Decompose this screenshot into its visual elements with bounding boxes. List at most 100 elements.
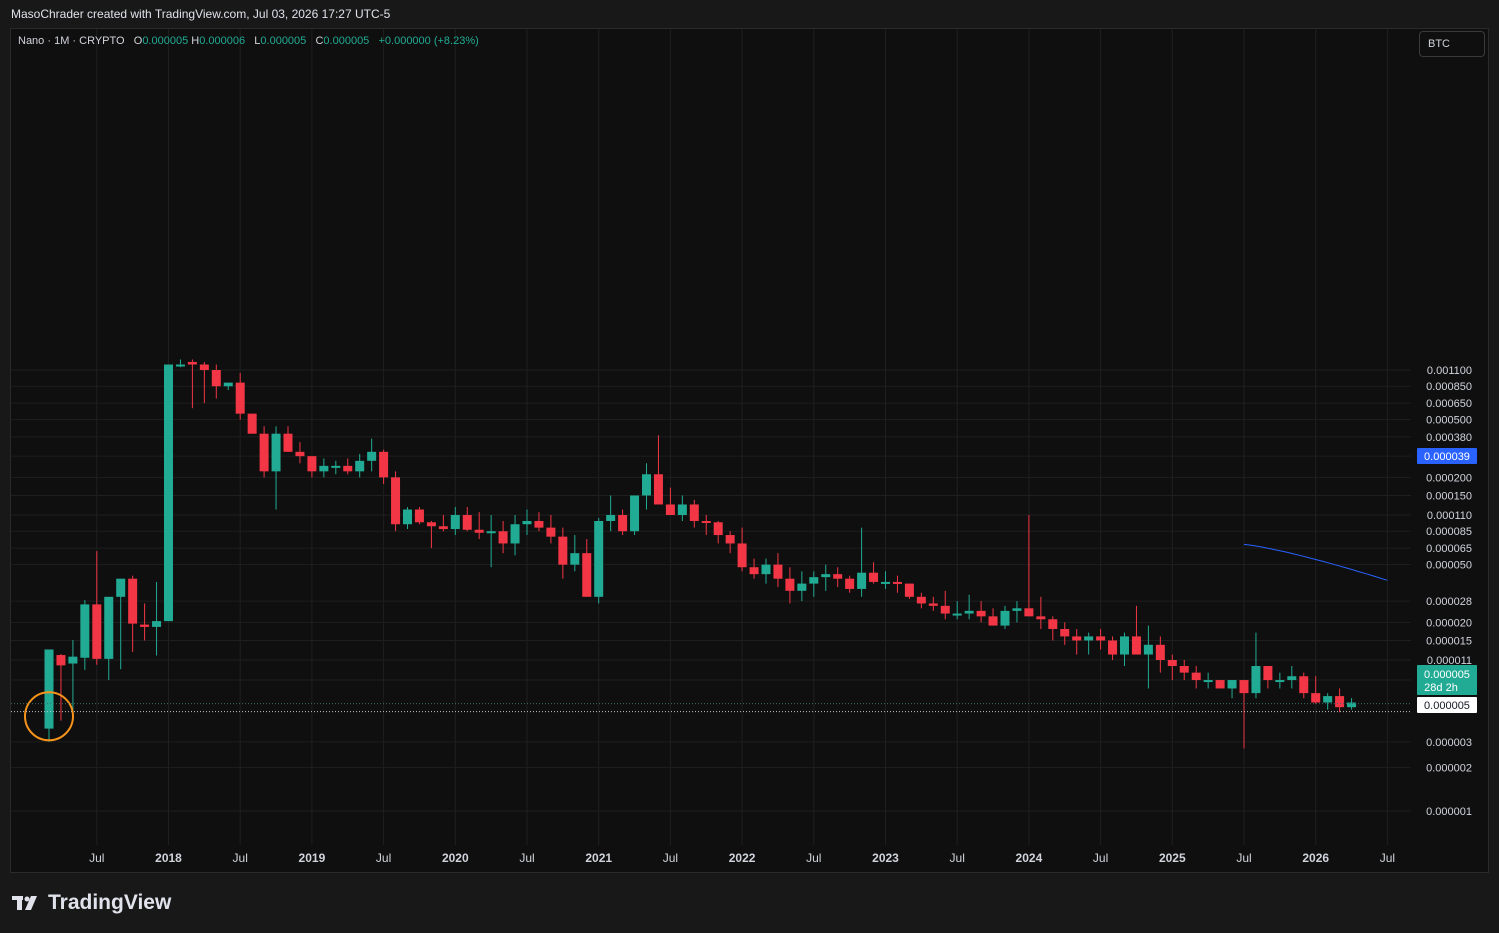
chart-canvas[interactable]: 0.001100 0.000850 0.000650 0.000500 0.000380… <box>0 0 1499 933</box>
blue-line-price-label: 0.000039 <box>1424 451 1470 463</box>
legend-high-value: 0.000006 <box>199 35 246 47</box>
price-axis-label: 0.000003 <box>1426 737 1472 749</box>
candle-body <box>128 578 138 624</box>
candle-body <box>904 583 914 597</box>
candle-body <box>869 572 879 582</box>
time-axis-label: 2022 <box>729 851 756 865</box>
candle-body <box>1048 619 1058 629</box>
candle-body <box>391 477 401 525</box>
candle-body <box>486 531 496 534</box>
grid-lines <box>11 29 1411 845</box>
candle-body <box>1251 666 1261 694</box>
candle-body <box>582 553 592 597</box>
candle-body <box>558 536 568 565</box>
time-axis: Jul 2018 Jul 2019 Jul 2020 Jul 2021 Jul 2022 Jul 20… <box>89 851 1395 865</box>
candle-body <box>414 509 424 523</box>
time-axis-label: 2025 <box>1159 851 1186 865</box>
candle-body <box>1287 676 1297 681</box>
candle-body <box>1239 680 1249 694</box>
time-axis-label: Jul <box>376 851 391 865</box>
candle-body <box>1060 628 1070 637</box>
candle-body <box>1347 702 1357 708</box>
candle-body <box>976 610 986 617</box>
candle-body <box>1036 616 1046 620</box>
candle-body <box>1143 644 1153 655</box>
symbol-compare-box[interactable]: BTC <box>1419 31 1485 57</box>
candle-body <box>403 509 412 525</box>
candle-body <box>104 596 114 659</box>
candle-body <box>331 465 341 468</box>
time-axis-label: 2021 <box>585 851 612 865</box>
candle-body <box>379 451 389 478</box>
price-axis-label: 0.000380 <box>1426 432 1472 444</box>
candle-body <box>1335 696 1345 708</box>
candle-body <box>534 521 544 528</box>
ohlc-legend: Nano · 1M · CRYPTO O0.000005 H0.000006 L… <box>18 35 479 47</box>
candle-body <box>259 433 269 472</box>
candle-body <box>510 524 520 544</box>
candle-body <box>1131 636 1141 655</box>
candle-body <box>140 624 150 627</box>
candle-body <box>1012 608 1022 611</box>
time-axis-label: Jul <box>1380 851 1395 865</box>
tradingview-brand-text: TradingView <box>48 891 172 914</box>
candlesticks <box>24 359 1357 749</box>
candle-body <box>187 361 197 365</box>
legend-symbol: Nano · 1M · CRYPTO <box>18 35 125 47</box>
candle-body <box>606 514 616 521</box>
candle-body <box>56 655 66 666</box>
candle-body <box>1275 680 1285 683</box>
price-axis-label: 0.000050 <box>1426 560 1472 572</box>
candle-body <box>68 656 78 664</box>
candle-body <box>92 604 102 659</box>
candle-body <box>833 574 843 579</box>
candle-body <box>426 522 436 527</box>
price-axis-label: 0.000850 <box>1426 381 1472 393</box>
candle-body <box>1000 610 1010 626</box>
candle-body <box>1299 676 1309 694</box>
price-axis: 0.001100 0.000850 0.000650 0.000500 0.000380… <box>1426 365 1472 818</box>
candle-body <box>964 610 974 614</box>
candle-body <box>474 529 484 533</box>
candle-body <box>546 527 556 537</box>
candle-body <box>211 369 221 387</box>
candle-body <box>1096 636 1106 641</box>
candle-body <box>319 465 329 472</box>
candle-body <box>761 564 771 575</box>
time-axis-label: 2019 <box>299 851 326 865</box>
candle-body <box>44 649 54 729</box>
candle-body <box>1203 680 1213 683</box>
candle-body <box>283 433 293 452</box>
candle-body <box>570 553 580 565</box>
candle-body <box>725 535 735 544</box>
candle-body <box>235 382 245 414</box>
candle-body <box>677 504 687 515</box>
price-axis-label: 0.000028 <box>1426 596 1472 608</box>
price-axis-label: 0.000150 <box>1426 490 1472 502</box>
price-axis-label: 0.000020 <box>1426 617 1472 629</box>
candle-body <box>450 514 460 530</box>
price-axis-label: 0.000500 <box>1426 415 1472 427</box>
price-axis-label: 0.000065 <box>1426 543 1472 555</box>
legend-low-value: 0.000005 <box>260 35 307 47</box>
candle-body <box>940 605 950 614</box>
candle-body <box>1191 672 1201 681</box>
candle-body <box>271 433 281 472</box>
legend-close-value: 0.000005 <box>323 35 370 47</box>
tradingview-logo[interactable]: TradingView <box>12 891 171 915</box>
time-axis-label: Jul <box>519 851 534 865</box>
candle-body <box>928 603 938 606</box>
time-axis-label: 2018 <box>155 851 182 865</box>
candle-body <box>1108 640 1118 655</box>
price-axis-label: 0.000650 <box>1426 398 1472 410</box>
candle-body <box>1072 636 1082 641</box>
price-axis-label: 0.000085 <box>1426 526 1472 538</box>
legend-open-value: 0.000005 <box>142 35 189 47</box>
legend-change: +0.000000 (+8.23%) <box>378 35 479 47</box>
candle-body <box>1155 644 1165 660</box>
time-axis-label: Jul <box>1236 851 1251 865</box>
candle-body <box>355 460 365 472</box>
candle-body <box>295 451 305 457</box>
candle-body <box>713 522 723 536</box>
candle-body <box>857 572 867 589</box>
